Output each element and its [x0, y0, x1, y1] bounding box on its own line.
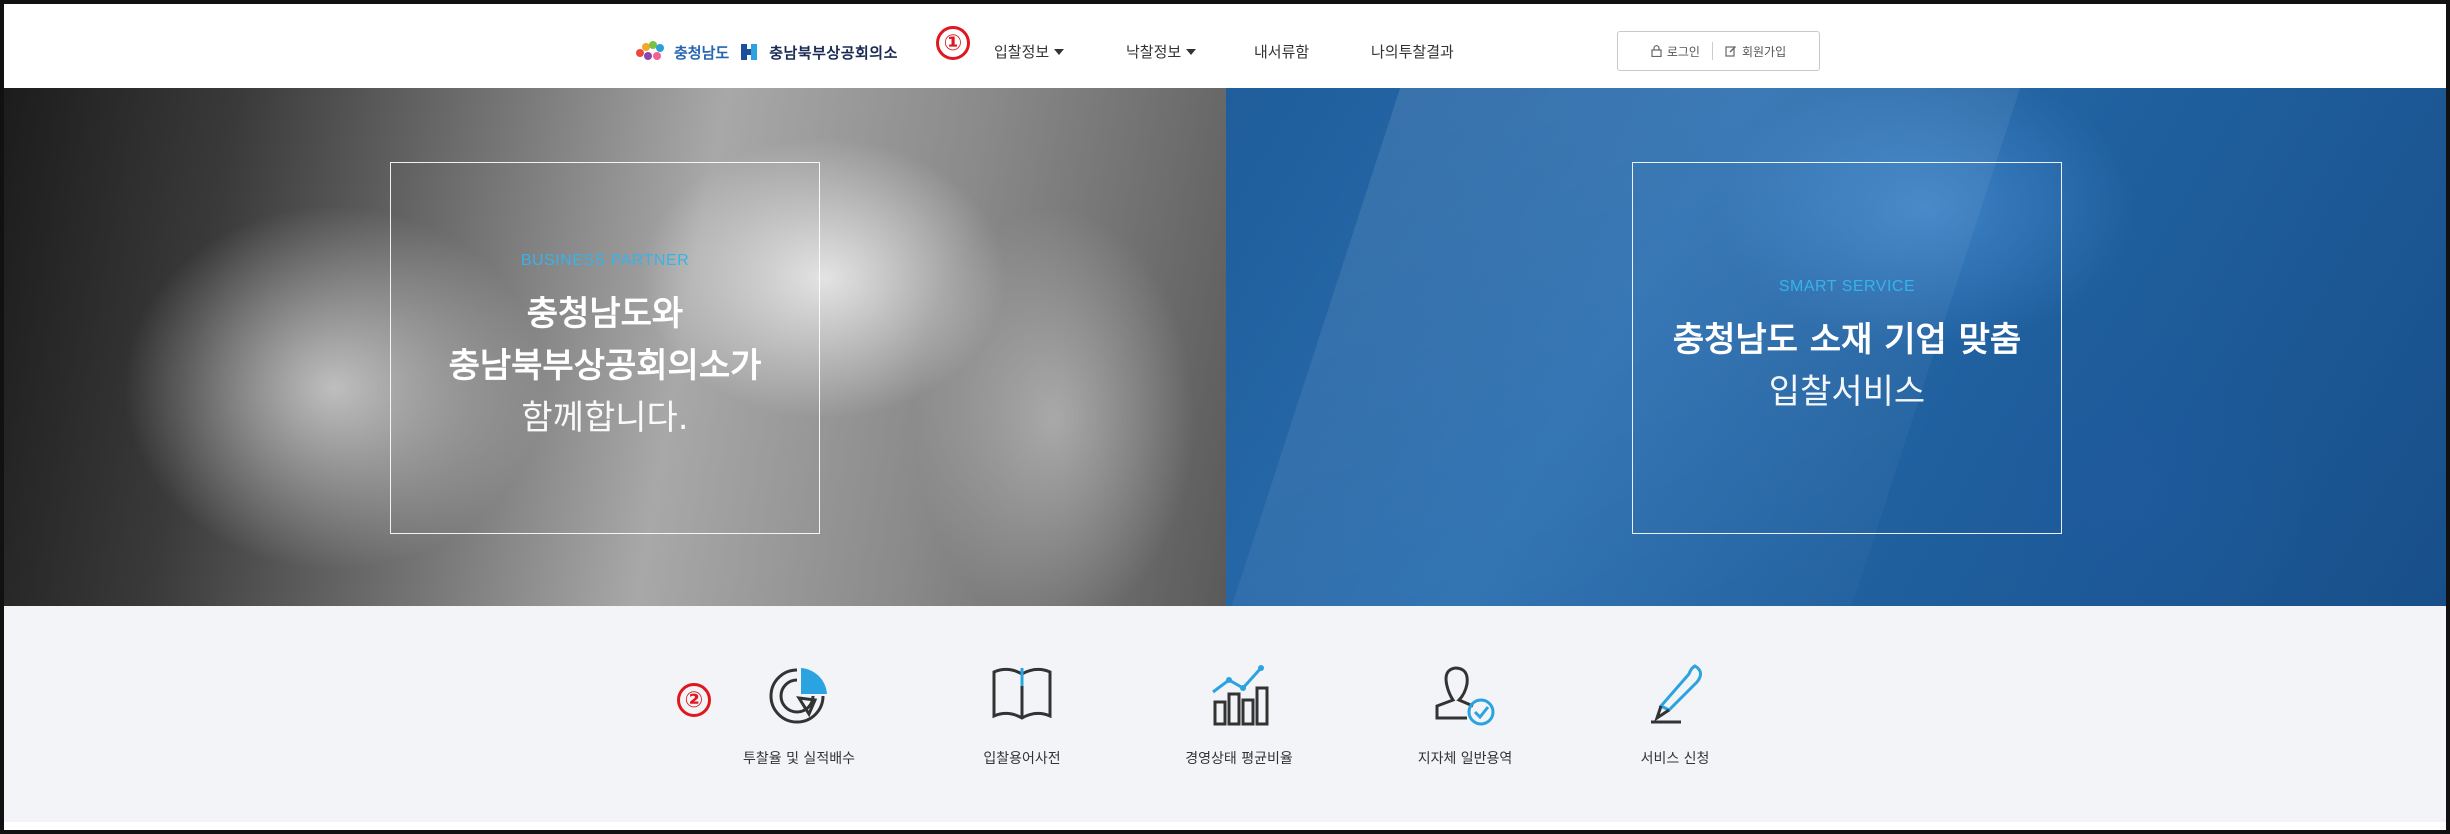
nav-my-bid-results-label: 나의투찰결과	[1371, 43, 1454, 61]
pen-icon	[1651, 664, 1702, 724]
quick-item-service-apply-label: 서비스 신청	[1640, 751, 1710, 767]
login-label: 로그인	[1666, 44, 1700, 59]
quick-item-glossary-label: 입찰용어사전	[983, 751, 1061, 767]
nav-award-info[interactable]: 낙찰정보	[1126, 41, 1197, 62]
auth-box: 로그인 회원가입	[1617, 31, 1820, 71]
book-icon	[992, 667, 1052, 720]
hero-left-textbox: BUSINESS PARTNER 충청남도와 충남북부상공회의소가 함께합니다.	[390, 162, 820, 534]
pie-chart-icon	[769, 668, 827, 724]
quick-item-business-ratio[interactable]: 경영상태 평균비율	[1139, 656, 1339, 768]
quick-item-bid-rate-label: 투찰율 및 실적배수	[743, 751, 855, 767]
chungnam-flower-icon	[636, 41, 666, 63]
quick-item-glossary[interactable]: 입찰용어사전	[922, 656, 1122, 768]
hero-right-subtitle: 입찰서비스	[1768, 372, 1926, 412]
caret-down-icon	[1186, 48, 1197, 55]
quick-item-local-service-label: 지자체 일반용역	[1417, 751, 1513, 767]
edit-icon	[1725, 46, 1736, 57]
lock-icon	[1651, 45, 1662, 57]
hero-right-title: 충청남도 소재 기업 맞춤	[1672, 320, 2022, 360]
nav-bid-info-label: 입찰정보	[994, 43, 1050, 61]
quick-menu: 투찰율 및 실적배수 입찰용어사전 경영상태 평균비율 지자체 일반용역 서비스…	[4, 606, 2446, 822]
quick-item-business-ratio-label: 경영상태 평균비율	[1185, 751, 1293, 767]
site-header: 충청남도 충남북부상공회의소 입찰정보 낙찰정보 내서류함 나의투찰결과 로그인	[4, 4, 2446, 88]
bar-chart-icon	[1212, 665, 1269, 726]
chamber-logo-icon	[737, 40, 761, 64]
hero-left-title-line2: 충남북부상공회의소가	[448, 346, 762, 386]
quick-item-service-apply[interactable]: 서비스 신청	[1575, 656, 1775, 768]
nav-my-documents[interactable]: 내서류함	[1254, 41, 1309, 62]
quick-item-bid-rate[interactable]: 투찰율 및 실적배수	[699, 656, 899, 768]
nav-award-info-label: 낙찰정보	[1126, 43, 1182, 61]
login-button[interactable]: 로그인	[1639, 43, 1712, 60]
hero-banner-right[interactable]: SMART SERVICE 충청남도 소재 기업 맞춤 입찰서비스	[1226, 88, 2446, 606]
hero-right-textbox: SMART SERVICE 충청남도 소재 기업 맞춤 입찰서비스	[1632, 162, 2062, 534]
site-logo[interactable]: 충청남도 충남북부상공회의소	[636, 40, 898, 64]
hero-left-subtitle: 함께합니다.	[521, 398, 689, 438]
signup-label: 회원가입	[1741, 44, 1787, 59]
nav-my-documents-label: 내서류함	[1254, 43, 1310, 61]
hero-left-title-line1: 충청남도와	[526, 294, 684, 334]
signup-button[interactable]: 회원가입	[1713, 43, 1798, 60]
hero-left-kicker: BUSINESS PARTNER	[520, 252, 690, 269]
logo-region-text: 충청남도	[674, 43, 730, 62]
annotation-marker-2: ②	[677, 683, 711, 717]
hero-right-kicker: SMART SERVICE	[1778, 278, 1916, 295]
logo-org-text: 충남북부상공회의소	[769, 43, 898, 62]
hero-banner-left[interactable]: BUSINESS PARTNER 충청남도와 충남북부상공회의소가 함께합니다.	[4, 88, 1226, 606]
nav-my-bid-results[interactable]: 나의투찰결과	[1371, 41, 1454, 62]
caret-down-icon	[1054, 48, 1065, 55]
quick-item-local-service[interactable]: 지자체 일반용역	[1365, 656, 1565, 768]
person-check-icon	[1435, 666, 1495, 726]
nav-bid-info[interactable]: 입찰정보	[994, 41, 1065, 62]
annotation-marker-1: ①	[936, 26, 970, 60]
